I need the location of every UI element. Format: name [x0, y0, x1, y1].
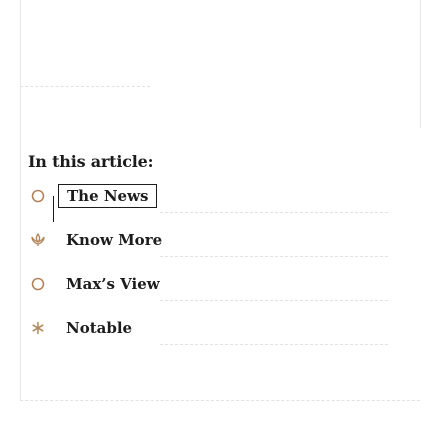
toc-item-label: Max’s View [66, 275, 160, 293]
toc-item-label: The News [58, 184, 158, 208]
divider [20, 86, 150, 87]
divider [160, 212, 388, 213]
toc-heading: In this article: [28, 152, 154, 171]
asterisk-icon [28, 318, 48, 338]
toc-item-notable[interactable]: Notable [28, 314, 132, 342]
circle-icon [28, 186, 48, 206]
right-rule [420, 0, 421, 128]
active-item-marker [53, 196, 54, 222]
circle-icon [28, 274, 48, 294]
lotus-icon [28, 230, 48, 250]
toc-item-know-more[interactable]: Know More [28, 226, 162, 254]
left-rule [20, 0, 21, 400]
divider [20, 400, 420, 401]
toc-item-label: Know More [66, 231, 163, 249]
divider [160, 300, 388, 301]
toc-item-label: Notable [66, 319, 133, 337]
divider [160, 344, 388, 345]
toc-item-maxs-view[interactable]: Max’s View [28, 270, 160, 298]
divider [160, 256, 388, 257]
toc-item-the-news[interactable]: The News [28, 182, 158, 210]
